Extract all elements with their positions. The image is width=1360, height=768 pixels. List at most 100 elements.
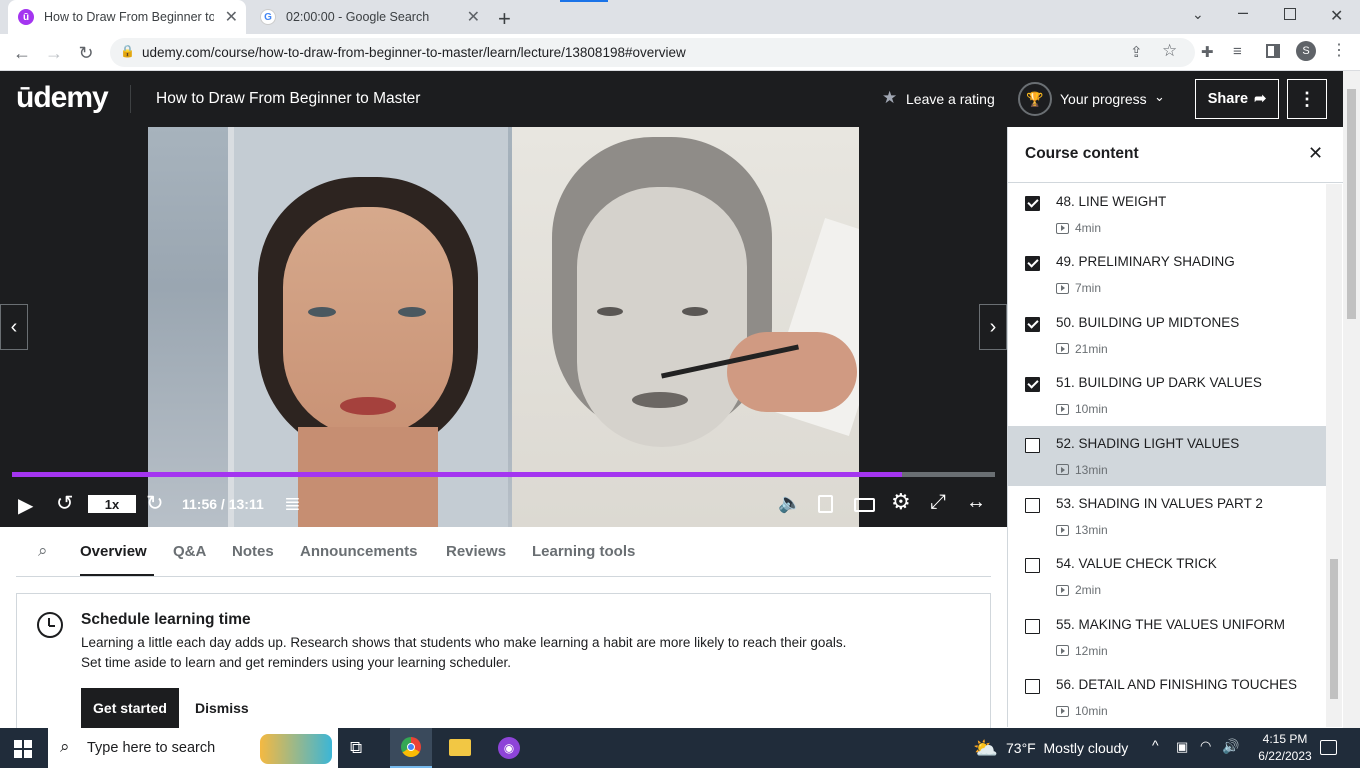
reload-icon[interactable]: ↻ (74, 41, 98, 65)
share-page-icon[interactable]: ⇪ (1130, 43, 1143, 61)
tab-reviews[interactable]: Reviews (446, 543, 506, 560)
header-divider (130, 85, 131, 113)
schedule-text-line1: Learning a little each day adds up. Rese… (81, 635, 847, 650)
lecture-checkbox[interactable] (1025, 618, 1040, 634)
task-view-icon[interactable]: ⧉ (350, 738, 362, 758)
lecture-item[interactable]: 49. PRELIMINARY SHADING 7min (1008, 244, 1326, 304)
notifications-icon[interactable] (1320, 740, 1337, 755)
sidebar-scrollbar-thumb[interactable] (1330, 559, 1338, 699)
tab-title: 02:00:00 - Google Search (286, 10, 430, 24)
lecture-item[interactable]: 51. BUILDING UP DARK VALUES 10min (1008, 365, 1326, 425)
lecture-title: 48. LINE WEIGHT (1056, 194, 1167, 209)
trophy-icon[interactable]: 🏆 (1018, 82, 1052, 116)
taskbar-clock[interactable]: 4:15 PM 6/22/2023 (1254, 732, 1316, 763)
lecture-checkbox[interactable] (1025, 377, 1040, 393)
settings-gear-icon[interactable]: ⚙ (891, 489, 911, 515)
get-started-button[interactable]: Get started (81, 688, 179, 728)
lecture-item[interactable]: 48. LINE WEIGHT 4min (1008, 184, 1326, 244)
playback-speed-button[interactable]: 1x (88, 495, 136, 513)
weather-text[interactable]: 73°F Mostly cloudy (1006, 740, 1128, 756)
video-player[interactable]: ‹ › ▶ ↺ 1x ↻ 11:56 / 13:11 ≣ 🔈 ⚙ ⤢ ↔ (0, 127, 1007, 527)
previous-lecture-chevron-icon[interactable]: ‹ (0, 304, 28, 350)
dismiss-button[interactable]: Dismiss (195, 700, 249, 716)
tab-announcements[interactable]: Announcements (300, 543, 418, 560)
lecture-item[interactable]: 50. BUILDING UP MIDTONES 21min (1008, 305, 1326, 365)
lecture-checkbox[interactable] (1025, 498, 1040, 513)
bookmark-star-icon[interactable]: ☆ (1162, 41, 1177, 61)
leave-rating-button[interactable]: Leave a rating (906, 91, 995, 107)
more-options-icon[interactable]: ⋮ (1287, 79, 1327, 119)
browser-tab-google[interactable]: G 02:00:00 - Google Search ✕ (250, 0, 488, 34)
lecture-item[interactable]: 53. SHADING IN VALUES PART 2 13min (1008, 486, 1326, 546)
lecture-checkbox[interactable] (1025, 437, 1040, 453)
windows-start-icon[interactable] (14, 740, 32, 758)
extensions-icon[interactable]: ✚ (1201, 43, 1214, 61)
lecture-checkbox[interactable] (1025, 316, 1040, 332)
volume-icon[interactable]: 🔈 (778, 491, 802, 515)
chrome-menu-icon[interactable]: ⋮ (1331, 40, 1347, 60)
share-button[interactable]: Share ➦ (1195, 79, 1279, 119)
tab-overview[interactable]: Overview (80, 543, 147, 560)
close-tab-icon[interactable]: ✕ (225, 7, 238, 27)
tab-indicator (560, 0, 608, 2)
lecture-title: 56. DETAIL AND FINISHING TOUCHES (1056, 677, 1298, 693)
page-scrollbar-thumb[interactable] (1347, 89, 1356, 319)
omnibox[interactable]: 🔒 udemy.com/course/how-to-draw-from-begi… (110, 38, 1195, 67)
speaker-icon[interactable]: 🔊 (1222, 738, 1239, 755)
weather-cloud-icon: ⛅ (973, 738, 998, 760)
tab-search-chevron-icon[interactable]: ⌄ (1192, 6, 1204, 23)
profile-avatar[interactable]: S (1296, 41, 1316, 61)
your-progress-button[interactable]: Your progress (1060, 91, 1147, 107)
github-desktop-icon[interactable]: ◉ (498, 737, 520, 759)
url-text[interactable]: udemy.com/course/how-to-draw-from-beginn… (142, 45, 686, 60)
tab-learning-tools[interactable]: Learning tools (532, 543, 635, 560)
sidebar-scrollbar[interactable] (1326, 184, 1342, 727)
add-note-icon[interactable]: ≣ (284, 491, 301, 516)
browser-tab-udemy[interactable]: ū How to Draw From Beginner to M ✕ (8, 0, 246, 34)
lecture-item[interactable]: 56. DETAIL AND FINISHING TOUCHES 10min (1008, 667, 1326, 727)
fullscreen-icon[interactable]: ⤢ (930, 491, 946, 514)
course-title[interactable]: How to Draw From Beginner to Master (156, 90, 420, 108)
lecture-checkbox[interactable] (1025, 679, 1040, 695)
transcript-icon[interactable] (818, 495, 833, 513)
close-window-icon[interactable]: ✕ (1330, 6, 1343, 26)
search-icon[interactable]: ⌕ (38, 541, 48, 561)
wifi-icon[interactable]: ◠ (1200, 738, 1211, 754)
new-tab-icon[interactable]: + (498, 6, 511, 32)
expand-width-icon[interactable]: ↔ (966, 491, 986, 514)
taskbar-search-box[interactable]: ⌕ Type here to search (48, 728, 338, 768)
forward-icon[interactable]: → (42, 41, 66, 65)
lecture-item[interactable]: 52. SHADING LIGHT VALUES 13min (1008, 425, 1326, 486)
reading-list-icon[interactable]: ≡ (1233, 43, 1242, 60)
tab-notes[interactable]: Notes (232, 543, 274, 560)
rewind-icon[interactable]: ↺ (56, 491, 74, 516)
lecture-item[interactable]: 55. MAKING THE VALUES UNIFORM 12min (1008, 607, 1326, 667)
page-scrollbar[interactable] (1343, 71, 1360, 728)
udemy-logo[interactable]: ūdemy (16, 81, 109, 115)
side-panel-icon[interactable] (1266, 44, 1280, 58)
captions-icon[interactable] (854, 498, 875, 512)
video-play-icon (1056, 584, 1069, 596)
lecture-checkbox[interactable] (1025, 196, 1040, 211)
tray-device-icon[interactable]: ▣ (1176, 739, 1188, 755)
lecture-checkbox[interactable] (1025, 558, 1040, 574)
taskbar-chrome[interactable] (390, 728, 432, 768)
play-icon[interactable]: ▶ (18, 493, 33, 518)
minimize-icon[interactable]: – (1238, 2, 1248, 23)
lecture-duration-text: 13min (1075, 523, 1108, 537)
lecture-duration: 10min (1056, 402, 1108, 416)
lecture-item[interactable]: 54. VALUE CHECK TRICK 2min (1008, 546, 1326, 606)
close-tab-icon[interactable]: ✕ (467, 7, 480, 27)
tab-qa[interactable]: Q&A (173, 543, 206, 560)
file-explorer-icon[interactable] (449, 739, 471, 756)
restore-icon[interactable] (1284, 8, 1296, 20)
forward-icon[interactable]: ↻ (146, 491, 164, 516)
close-sidebar-icon[interactable]: ✕ (1308, 143, 1323, 164)
tray-chevron-up-icon[interactable]: ^ (1152, 737, 1159, 753)
next-lecture-chevron-icon[interactable]: › (979, 304, 1007, 350)
seek-bar[interactable] (12, 472, 995, 477)
back-icon[interactable]: ← (10, 41, 34, 65)
chevron-down-icon[interactable]: ⌄ (1154, 89, 1165, 105)
tab-title: How to Draw From Beginner to M (44, 10, 214, 24)
lecture-checkbox[interactable] (1025, 256, 1040, 272)
